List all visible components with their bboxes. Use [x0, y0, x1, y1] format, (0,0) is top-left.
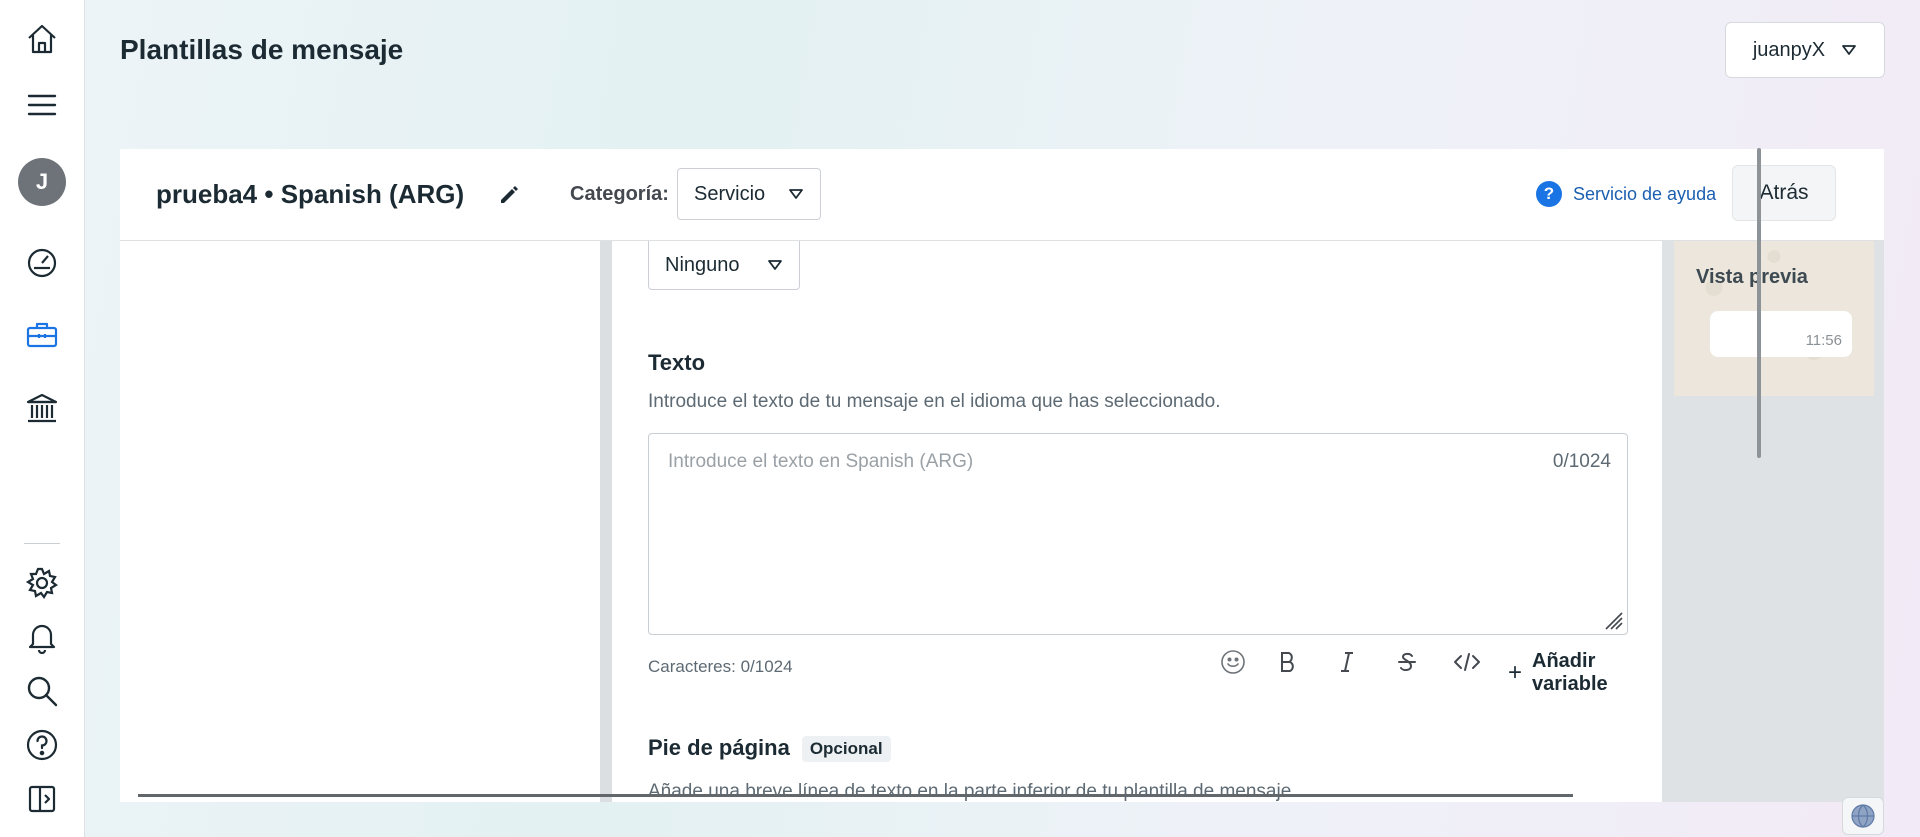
strikethrough-icon[interactable]: [1392, 647, 1422, 677]
body-section-title: Texto: [648, 350, 706, 375]
left-nav: J: [0, 0, 85, 837]
page-title: Plantillas de mensaje: [120, 34, 404, 65]
footer-section-title: Pie de página Opcional: [648, 735, 891, 763]
header-type-select[interactable]: Ninguno: [648, 241, 800, 290]
characters-count-label: Caracteres: 0/1024: [648, 657, 793, 676]
template-editor-card: prueba4 • Spanish (ARG) Categoría: Servi…: [120, 149, 1884, 802]
message-text-placeholder: Introduce el texto en Spanish (ARG): [668, 451, 974, 472]
gear-icon[interactable]: [21, 562, 63, 604]
home-icon[interactable]: [21, 18, 63, 60]
plus-icon: +: [1508, 659, 1523, 686]
dashboard-icon[interactable]: [21, 242, 63, 284]
add-variable-label: Añadir variable: [1532, 650, 1608, 695]
editor-main: Ninguno Texto Introduce el texto de tu m…: [612, 241, 1740, 802]
header-type-value: Ninguno: [665, 253, 740, 276]
message-bubble: 11:56: [1710, 311, 1852, 357]
account-name: juanpyX: [1752, 38, 1826, 61]
footer-section-description: Añade una breve línea de texto en la par…: [648, 781, 1297, 802]
help-icon[interactable]: [21, 724, 63, 766]
account-selector[interactable]: juanpyX: [1725, 22, 1885, 78]
preview-title: Vista previa: [1696, 266, 1808, 288]
italic-icon[interactable]: [1332, 647, 1362, 677]
globe-icon[interactable]: [1842, 797, 1884, 835]
resize-handle-icon[interactable]: [1602, 609, 1624, 631]
body-section-description: Introduce el texto de tu mensaje en el i…: [648, 391, 1221, 412]
horizontal-scrollbar[interactable]: [138, 794, 1573, 797]
character-counter: 0/1024: [1552, 451, 1611, 472]
editor-header: prueba4 • Spanish (ARG) Categoría: Servi…: [120, 149, 1884, 241]
template-name: prueba4 • Spanish (ARG): [156, 179, 465, 209]
help-center-link[interactable]: Servicio de ayuda: [1573, 184, 1716, 205]
search-icon[interactable]: [21, 670, 63, 712]
chevron-down-icon: [768, 260, 782, 270]
preview-panel: Vista previa 11:56: [1662, 241, 1884, 802]
message-time: 11:56: [1805, 332, 1842, 349]
avatar[interactable]: J: [18, 158, 66, 206]
bank-icon[interactable]: [21, 387, 63, 429]
footer-title-text: Pie de página: [648, 735, 790, 760]
add-variable-button[interactable]: + Añadir variable: [1508, 650, 1654, 696]
panel-divider: [600, 241, 612, 802]
question-circle-icon[interactable]: ?: [1536, 181, 1562, 207]
chevron-down-icon: [789, 189, 803, 199]
emoji-icon[interactable]: [1218, 647, 1248, 677]
code-icon[interactable]: [1452, 647, 1482, 677]
left-panel: [120, 241, 600, 802]
sidebar-toggle-icon[interactable]: [21, 778, 63, 820]
preview-scrollbar[interactable]: [1757, 148, 1761, 458]
menu-icon[interactable]: [21, 84, 63, 126]
category-label: Categoría:: [570, 183, 669, 205]
bell-icon[interactable]: [21, 616, 63, 658]
chevron-down-icon: [1842, 45, 1857, 55]
back-button[interactable]: Atrás: [1732, 165, 1836, 221]
category-value: Servicio: [694, 182, 766, 205]
briefcase-icon[interactable]: [21, 314, 63, 356]
chat-preview-background: Vista previa 11:56: [1674, 241, 1874, 396]
message-text-input[interactable]: Introduce el texto en Spanish (ARG) 0/10…: [648, 433, 1628, 635]
optional-badge: Opcional: [801, 736, 891, 763]
pencil-icon[interactable]: [496, 181, 522, 207]
bold-icon[interactable]: [1273, 647, 1303, 677]
nav-divider: [24, 543, 60, 544]
category-select[interactable]: Servicio: [677, 168, 821, 220]
